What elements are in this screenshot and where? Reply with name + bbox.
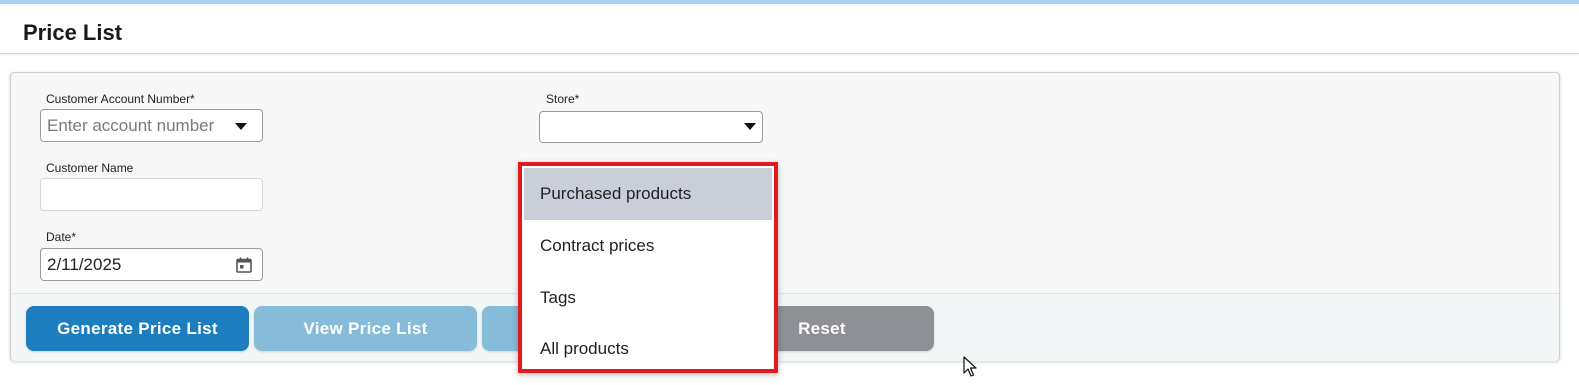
chevron-down-icon[interactable]	[744, 123, 756, 130]
dropdown-item-purchased-products[interactable]: Purchased products	[524, 168, 772, 220]
mouse-cursor-icon	[963, 356, 977, 377]
account-number-combobox[interactable]: Enter account number	[40, 109, 263, 142]
generate-price-list-button[interactable]: Generate Price List	[26, 306, 249, 351]
dropdown-item-tags[interactable]: Tags	[524, 272, 772, 324]
page-title: Price List	[23, 20, 123, 45]
dropdown-item-all-products[interactable]: All products	[524, 323, 772, 375]
page-header: Price List	[0, 4, 1579, 54]
store-label: Store*	[546, 92, 580, 106]
view-price-list-button[interactable]: View Price List	[254, 306, 477, 351]
account-number-label: Customer Account Number*	[46, 92, 195, 106]
price-list-type-dropdown: Purchased products Contract prices Tags …	[518, 162, 778, 373]
customer-name-field[interactable]	[40, 178, 263, 211]
date-label: Date*	[46, 230, 77, 244]
calendar-icon[interactable]	[235, 256, 253, 274]
date-field[interactable]: 2/11/2025	[40, 248, 263, 281]
customer-name-label: Customer Name	[46, 161, 134, 175]
store-select[interactable]	[539, 111, 763, 143]
dropdown-item-contract-prices[interactable]: Contract prices	[524, 220, 772, 272]
chevron-down-icon[interactable]	[235, 123, 247, 130]
date-value: 2/11/2025	[47, 255, 122, 274]
account-number-placeholder: Enter account number	[47, 116, 215, 135]
